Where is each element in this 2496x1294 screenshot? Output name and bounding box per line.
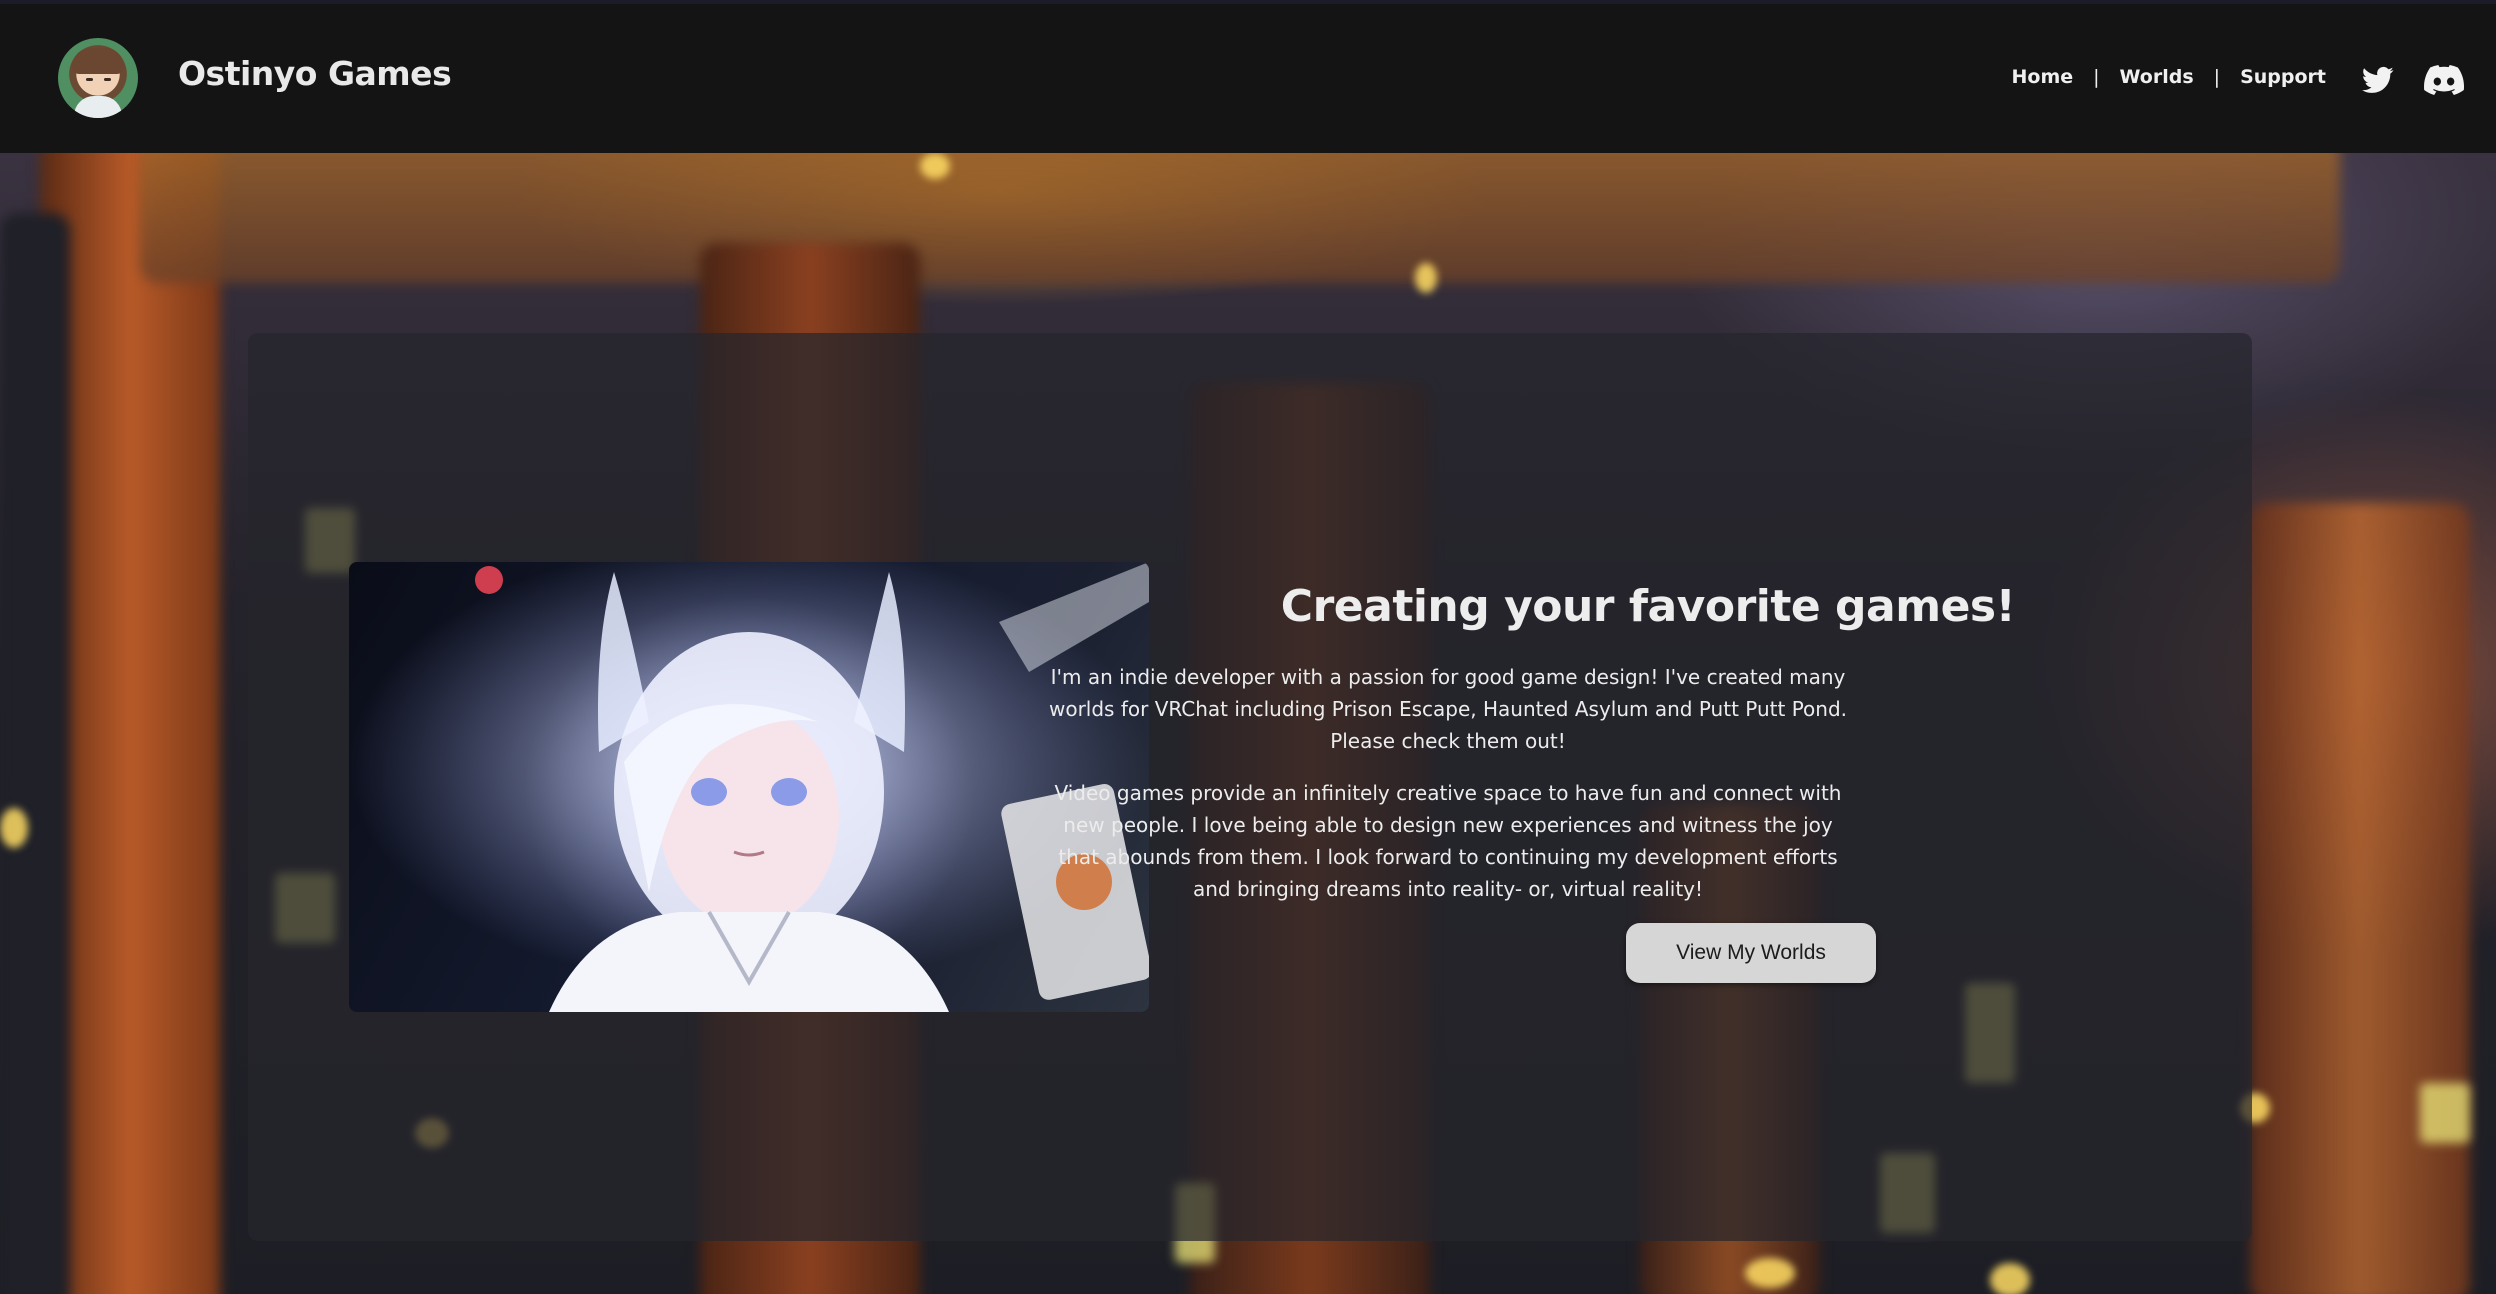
site-header: Ostinyo Games Home | Worlds | Support xyxy=(0,0,2496,153)
view-my-worlds-button[interactable]: View My Worlds xyxy=(1626,923,1876,983)
wall-shadow xyxy=(0,213,70,1294)
nav-support[interactable]: Support xyxy=(2240,66,2326,88)
avatar-eye xyxy=(86,78,93,81)
ember-glow xyxy=(920,153,950,179)
intro-paragraph: I'm an indie developer with a passion fo… xyxy=(1048,665,1848,753)
main-nav: Home | Worlds | Support xyxy=(2011,66,2326,88)
mission-paragraph: Video games provide an infinitely creati… xyxy=(1054,781,1842,901)
ember-glow xyxy=(1990,1263,2030,1294)
nav-separator: | xyxy=(2213,66,2221,88)
discord-icon[interactable] xyxy=(2424,64,2465,96)
avatar[interactable] xyxy=(58,38,138,118)
nav-worlds[interactable]: Worlds xyxy=(2120,66,2194,88)
avatar-shirt xyxy=(74,96,122,118)
anime-avatar-image xyxy=(349,562,1149,1012)
intro-card: Creating your favorite games! I'm an ind… xyxy=(248,333,2252,1241)
page: Ostinyo Games Home | Worlds | Support Cr… xyxy=(0,0,2496,1294)
nav-separator: | xyxy=(2093,66,2100,88)
avatar-hair xyxy=(72,48,124,74)
game-screenshot xyxy=(349,562,1149,1012)
ember-glow xyxy=(1415,263,1437,293)
wood-pillar xyxy=(2250,503,2470,1294)
twitter-icon[interactable] xyxy=(2360,64,2396,96)
hero-headline: Creating your favorite games! xyxy=(1280,581,2016,632)
nav-home[interactable]: Home xyxy=(2011,66,2073,88)
avatar-eye xyxy=(104,78,111,81)
site-title[interactable]: Ostinyo Games xyxy=(178,54,452,93)
ember-glow xyxy=(1745,1258,1795,1288)
wood-beam xyxy=(140,153,2340,283)
ember-glow xyxy=(0,808,28,848)
lantern-glow xyxy=(2420,1083,2470,1143)
